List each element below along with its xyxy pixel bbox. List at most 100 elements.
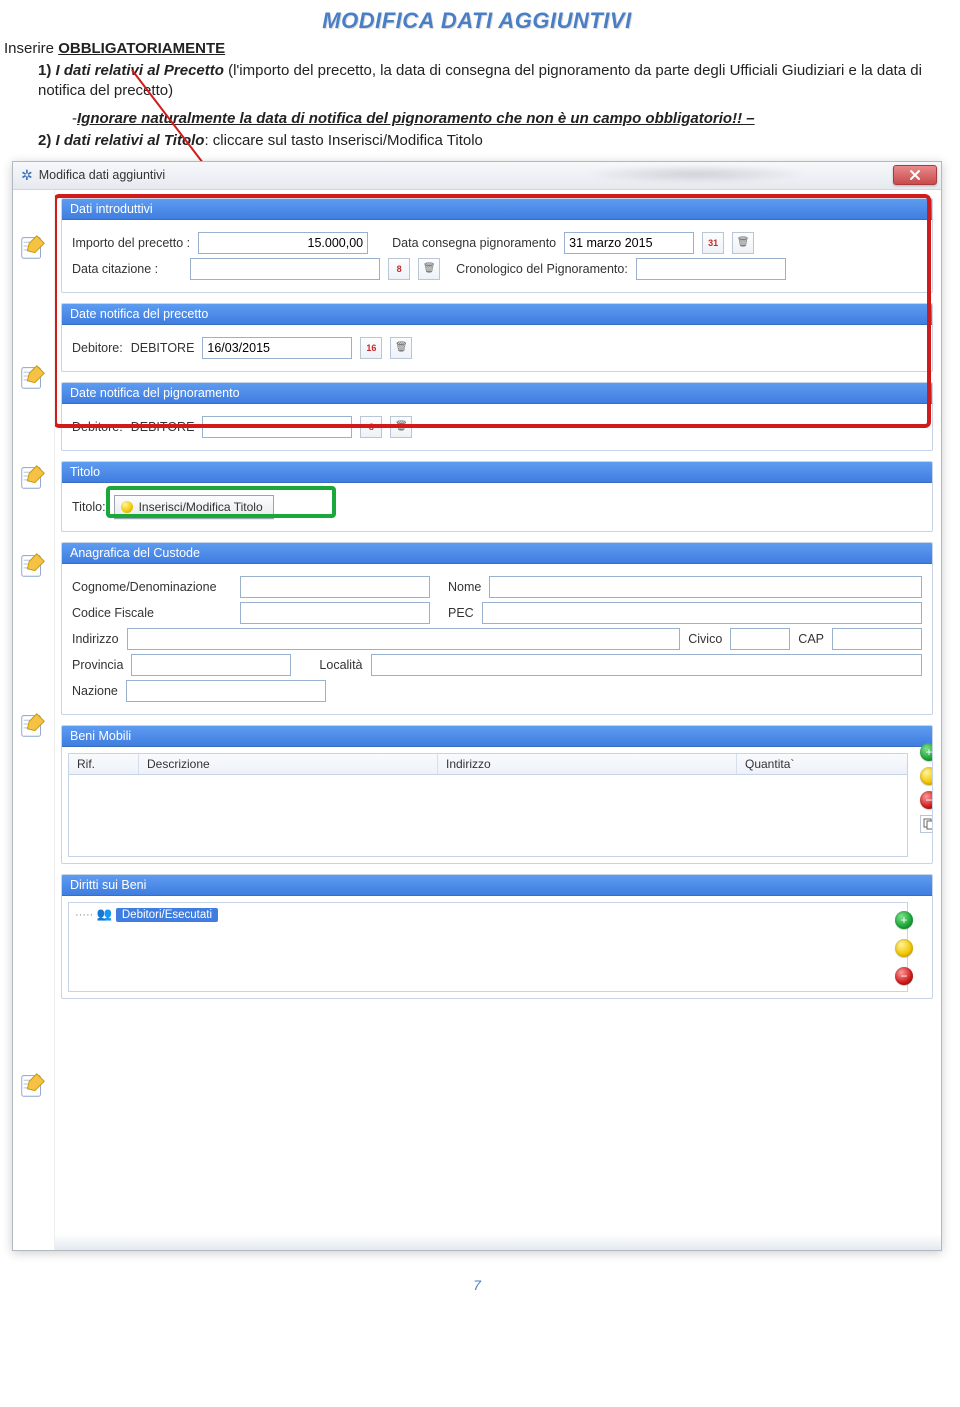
importo-label: Importo del precetto :	[72, 236, 190, 250]
page-title: MODIFICA DATI AGGIUNTIVI	[4, 8, 950, 34]
group-notifica-precetto: Date notifica del precetto Debitore: DEB…	[61, 303, 933, 372]
data-consegna-input[interactable]	[564, 232, 694, 254]
subnote-text: Ignorare naturalmente la data di notific…	[77, 110, 755, 127]
col-descrizione: Descrizione	[139, 754, 438, 774]
calendar-icon[interactable]: 8	[388, 258, 410, 280]
note-icon	[18, 710, 48, 740]
localita-input[interactable]	[371, 654, 922, 676]
calendar-day: 8	[369, 422, 374, 432]
copy-icon	[923, 818, 933, 830]
trash-icon[interactable]: 🗑	[390, 337, 412, 359]
titlebar: ✲ Modifica dati aggiuntivi	[13, 162, 941, 190]
table-body	[68, 775, 908, 857]
group-beni-mobili: Beni Mobili Rif. Descrizione Indirizzo Q…	[61, 725, 933, 864]
tree-node-debitori[interactable]: Debitori/Esecutati	[116, 908, 218, 922]
col-quantita: Quantita`	[737, 754, 907, 774]
nazione-input[interactable]	[126, 680, 326, 702]
edit-row-button[interactable]	[920, 767, 933, 785]
content-scroll[interactable]: Dati introduttivi Importo del precetto :…	[55, 190, 941, 1250]
cap-input[interactable]	[832, 628, 922, 650]
note-icon	[18, 462, 48, 492]
table-side-buttons: + −	[920, 743, 933, 833]
add-row-button[interactable]: +	[920, 743, 933, 761]
titolo-label: Titolo:	[72, 500, 106, 514]
calendar-day: 31	[708, 238, 718, 248]
people-icon: 👥	[97, 907, 113, 921]
cronologico-input[interactable]	[636, 258, 786, 280]
cf-label: Codice Fiscale	[72, 606, 232, 620]
data-citazione-label: Data citazione :	[72, 262, 158, 276]
calendar-icon[interactable]: 8	[360, 416, 382, 438]
precetto-date-input[interactable]	[202, 337, 352, 359]
table-header: Rif. Descrizione Indirizzo Quantita`	[68, 753, 908, 775]
indirizzo-label: Indirizzo	[72, 632, 119, 646]
item2-title: I dati relativi al Titolo	[56, 132, 205, 149]
calendar-icon[interactable]: 31	[702, 232, 724, 254]
remove-node-button[interactable]: −	[895, 967, 913, 985]
group-diritti-beni: Diritti sui Beni ····· 👥 Debitori/Esecut…	[61, 874, 933, 999]
left-gutter	[13, 190, 55, 1250]
calendar-day: 8	[397, 264, 402, 274]
data-consegna-label: Data consegna pignoramento	[392, 236, 556, 250]
list-item-2: 2) I dati relativi al Titolo: cliccare s…	[38, 131, 950, 151]
copy-button[interactable]	[920, 815, 933, 833]
group-titolo: Titolo Titolo: Inserisci/Modifica Titolo	[61, 461, 933, 532]
titlebar-shadow	[581, 165, 811, 183]
edit-node-button[interactable]	[895, 939, 913, 957]
intro-mandatory: OBBLIGATORIAMENTE	[58, 40, 225, 57]
cf-input[interactable]	[240, 602, 430, 624]
indirizzo-input[interactable]	[127, 628, 681, 650]
list-item-1: 1) I dati relativi al Precetto (l'import…	[38, 61, 950, 102]
note-icon	[18, 362, 48, 392]
cognome-input[interactable]	[240, 576, 430, 598]
debitore-name: DEBITORE	[131, 420, 195, 434]
nazione-label: Nazione	[72, 684, 118, 698]
nome-label: Nome	[448, 580, 481, 594]
provincia-input[interactable]	[131, 654, 291, 676]
item1-subnote: -Ignorare naturalmente la data di notifi…	[72, 110, 950, 127]
importo-input[interactable]	[198, 232, 368, 254]
pignoramento-date-input[interactable]	[202, 416, 352, 438]
intro-prefix: Inserire	[4, 40, 58, 57]
close-button[interactable]	[893, 165, 937, 185]
calendar-icon[interactable]: 16	[360, 337, 382, 359]
debitore-label: Debitore:	[72, 420, 123, 434]
item1-number: 1)	[38, 62, 51, 79]
civico-label: Civico	[688, 632, 722, 646]
group-header: Diritti sui Beni	[62, 875, 932, 896]
item2-number: 2)	[38, 132, 51, 149]
group-notifica-pignoramento: Date notifica del pignoramento Debitore:…	[61, 382, 933, 451]
data-citazione-input[interactable]	[190, 258, 380, 280]
group-header: Dati introduttivi	[62, 199, 932, 220]
item2-body: : cliccare sul tasto Inserisci/Modifica …	[204, 132, 482, 149]
item1-title: I dati relativi al Precetto	[56, 62, 224, 79]
yellow-dot-icon	[121, 501, 133, 513]
group-header: Date notifica del precetto	[62, 304, 932, 325]
localita-label: Località	[319, 658, 362, 672]
trash-icon[interactable]: 🗑	[418, 258, 440, 280]
remove-row-button[interactable]: −	[920, 791, 933, 809]
add-node-button[interactable]: +	[895, 911, 913, 929]
button-label: Inserisci/Modifica Titolo	[139, 500, 263, 514]
window-title: Modifica dati aggiuntivi	[39, 168, 165, 182]
trash-icon[interactable]: 🗑	[732, 232, 754, 254]
provincia-label: Provincia	[72, 658, 123, 672]
tree-side-buttons: + −	[895, 911, 913, 985]
intro-line: Inserire OBBLIGATORIAMENTE	[4, 40, 950, 57]
note-icon	[18, 550, 48, 580]
debitore-name: DEBITORE	[131, 341, 195, 355]
pec-label: PEC	[448, 606, 474, 620]
civico-input[interactable]	[730, 628, 790, 650]
trash-icon[interactable]: 🗑	[390, 416, 412, 438]
nome-input[interactable]	[489, 576, 922, 598]
cronologico-label: Cronologico del Pignoramento:	[456, 262, 628, 276]
pec-input[interactable]	[482, 602, 922, 624]
tree-view[interactable]: ····· 👥 Debitori/Esecutati + −	[68, 902, 908, 992]
dialog-window: ✲ Modifica dati aggiuntivi	[12, 161, 942, 1251]
group-header: Date notifica del pignoramento	[62, 383, 932, 404]
cognome-label: Cognome/Denominazione	[72, 580, 232, 594]
col-rif: Rif.	[69, 754, 139, 774]
group-dati-introduttivi: Dati introduttivi Importo del precetto :…	[61, 198, 933, 293]
group-header: Beni Mobili	[62, 726, 932, 747]
inserisci-modifica-titolo-button[interactable]: Inserisci/Modifica Titolo	[114, 495, 274, 519]
